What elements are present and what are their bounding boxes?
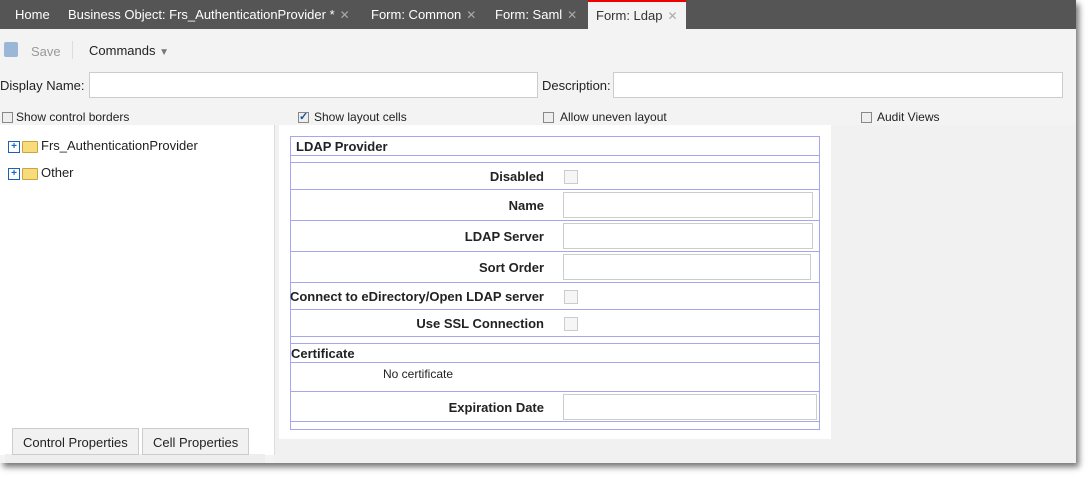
no-certificate-row: No certificate: [291, 363, 819, 392]
disabled-checkbox[interactable]: [564, 170, 578, 184]
tab-home[interactable]: Home: [15, 0, 50, 29]
chevron-down-icon: ▼: [159, 47, 169, 58]
tab-label: Form: Saml: [495, 7, 563, 22]
allow-uneven-layout-label: Allow uneven layout: [560, 110, 667, 124]
control-properties-tab[interactable]: Control Properties: [12, 428, 139, 455]
designer-window: Home Business Object: Frs_Authentication…: [0, 0, 1076, 463]
tab-form-common[interactable]: Form: Common ✕: [371, 0, 476, 29]
close-icon[interactable]: ✕: [340, 8, 350, 22]
spacer-row: [291, 337, 819, 344]
folder-icon: [22, 140, 38, 153]
connect-row: Connect to eDirectory/Open LDAP server: [289, 283, 819, 310]
description-input[interactable]: [613, 72, 1063, 98]
ldap-server-label: LDAP Server: [464, 229, 544, 244]
close-icon[interactable]: ✕: [667, 9, 677, 23]
tree-node-label: Other: [41, 165, 74, 180]
expiration-label: Expiration Date: [448, 400, 544, 415]
sort-order-label: Sort Order: [478, 260, 544, 275]
tab-bar: Home Business Object: Frs_Authentication…: [0, 0, 1076, 29]
certificate-heading: Certificate: [291, 346, 355, 361]
ldap-form: LDAP Provider Disabled Name LDAP Server …: [290, 136, 820, 430]
tab-label: Home: [15, 7, 50, 22]
close-icon[interactable]: ✕: [567, 8, 577, 22]
tab-label: Form: Common: [371, 7, 462, 22]
form-title-row: LDAP Provider: [291, 137, 819, 156]
tree-node-label: Frs_AuthenticationProvider: [41, 138, 198, 153]
show-layout-cells-checkbox[interactable]: [298, 110, 309, 123]
disabled-row: Disabled: [291, 163, 819, 190]
allow-uneven-layout-checkbox[interactable]: [543, 112, 554, 123]
disabled-label: Disabled: [489, 169, 544, 184]
tab-form-ldap[interactable]: Form: Ldap ✕: [588, 0, 686, 29]
tab-label: Form: Ldap: [596, 8, 663, 23]
ssl-label: Use SSL Connection: [416, 316, 544, 331]
toolbar-divider: [72, 41, 73, 59]
ldap-server-row: LDAP Server: [291, 221, 819, 252]
audit-views-checkbox[interactable]: [861, 112, 872, 123]
commands-menu[interactable]: Commands ▼: [89, 43, 169, 58]
connect-checkbox[interactable]: [564, 290, 578, 304]
sort-order-input[interactable]: [563, 254, 811, 280]
tree-node[interactable]: + Other: [8, 165, 74, 180]
tab-label: Business Object: Frs_AuthenticationProvi…: [68, 7, 335, 22]
display-name-input[interactable]: [89, 72, 538, 98]
close-icon[interactable]: ✕: [466, 8, 476, 22]
name-label: Name: [508, 198, 544, 213]
save-icon: [4, 42, 18, 57]
tree-panel: + Frs_AuthenticationProvider + Other: [0, 125, 275, 455]
audit-views-label: Audit Views: [877, 110, 940, 124]
folder-icon: [22, 167, 38, 180]
sort-order-row: Sort Order: [291, 252, 819, 283]
commands-label: Commands: [89, 43, 156, 58]
show-layout-cells-label: Show layout cells: [314, 110, 407, 124]
expand-icon[interactable]: +: [8, 167, 20, 180]
tab-form-saml[interactable]: Form: Saml ✕: [495, 0, 577, 29]
connect-label: Connect to eDirectory/Open LDAP server: [289, 289, 544, 304]
no-certificate-text: No certificate: [383, 367, 454, 381]
name-row: Name: [291, 190, 819, 221]
certificate-row: Certificate: [291, 344, 819, 363]
expand-icon[interactable]: +: [8, 140, 20, 153]
show-control-borders-checkbox[interactable]: [2, 112, 13, 123]
tab-business-object[interactable]: Business Object: Frs_AuthenticationProvi…: [68, 0, 350, 29]
display-name-label: Display Name:: [0, 78, 85, 93]
save-button[interactable]: Save: [31, 44, 61, 59]
spacer-row: [291, 156, 819, 163]
expiration-row: Expiration Date: [291, 392, 819, 422]
ldap-server-input[interactable]: [563, 223, 813, 249]
ssl-checkbox[interactable]: [564, 317, 578, 331]
form-title: LDAP Provider: [296, 139, 388, 154]
ssl-row: Use SSL Connection: [291, 310, 819, 337]
cell-properties-tab[interactable]: Cell Properties: [142, 428, 250, 455]
expiration-input[interactable]: [563, 394, 817, 420]
name-input[interactable]: [563, 192, 813, 218]
show-control-borders-label: Show control borders: [16, 110, 130, 124]
description-label: Description:: [542, 78, 611, 93]
tree-node[interactable]: + Frs_AuthenticationProvider: [8, 138, 198, 153]
